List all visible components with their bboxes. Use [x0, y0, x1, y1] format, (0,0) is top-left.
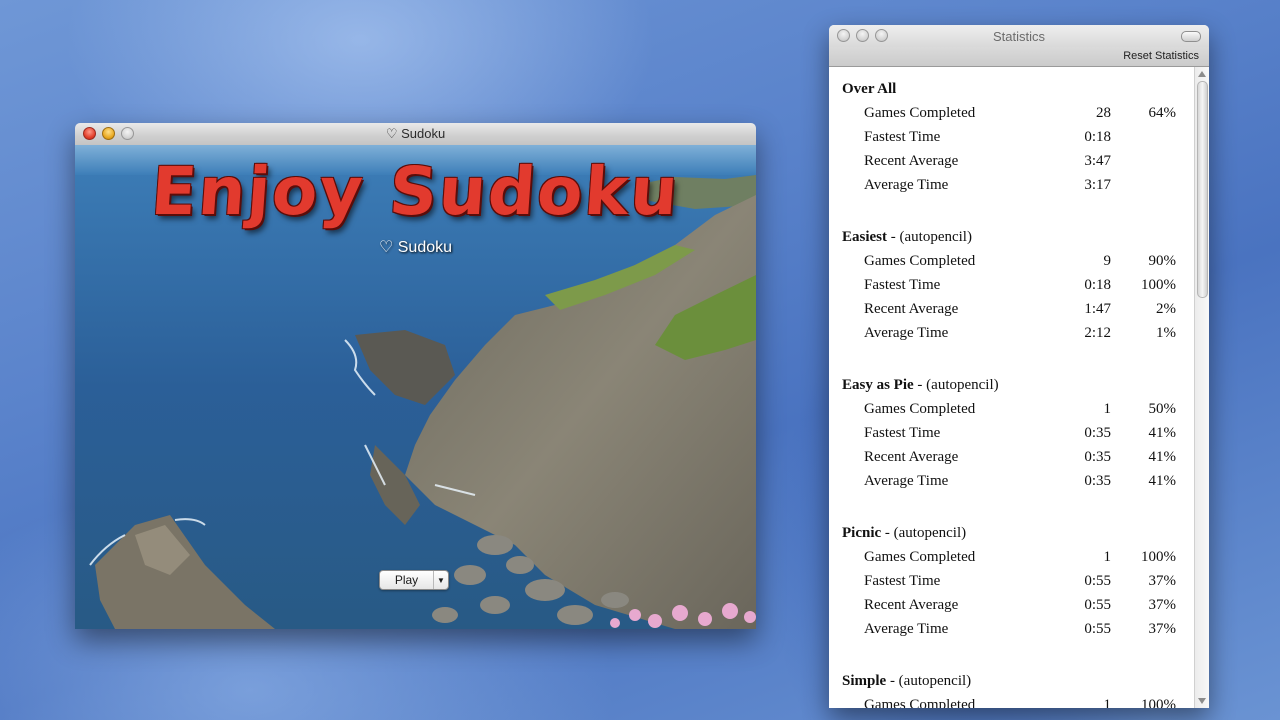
stats-row: Games Completed 28 64%: [864, 105, 1176, 121]
stats-row: Fastest Time 0:35 41%: [864, 425, 1176, 441]
statistics-toolbar: Reset Statistics: [829, 47, 1209, 67]
stats-section-picnic: Picnic - (autopencil) Games Completed 1 10…: [829, 521, 1195, 641]
stats-row: Average Time 0:55 37%: [864, 621, 1176, 637]
stats-section-over-all: Over All Games Completed 28 64% Fastest Ti…: [829, 77, 1195, 197]
stats-row: Average Time 0:35 41%: [864, 473, 1176, 489]
stats-section-simple: Simple - (autopencil) Games Completed 1 10…: [829, 669, 1195, 708]
statistics-window: Statistics Reset Statistics Over All Gam…: [829, 25, 1209, 708]
coastline-background-image: Enjoy Sudoku ♡ Sudoku Play ▼: [75, 145, 756, 629]
chevron-down-icon: ▼: [433, 571, 448, 589]
close-button[interactable]: [83, 127, 96, 140]
headline-enjoy-sudoku: Enjoy Sudoku: [148, 153, 683, 230]
scroll-up-arrow-icon[interactable]: [1198, 71, 1206, 77]
stats-row: Recent Average 0:35 41%: [864, 449, 1176, 465]
section-heading: Easiest - (autopencil): [842, 229, 972, 245]
zoom-button[interactable]: [121, 127, 134, 140]
sudoku-titlebar[interactable]: ♡ Sudoku: [75, 123, 756, 146]
stats-row: Average Time 3:17: [864, 177, 1111, 193]
statistics-list: Over All Games Completed 28 64% Fastest Ti…: [829, 67, 1195, 708]
play-label: Play: [394, 573, 419, 587]
stats-row: Fastest Time 0:55 37%: [864, 573, 1176, 589]
statistics-window-title: Statistics: [992, 28, 1045, 44]
window-controls: [837, 29, 888, 42]
stats-row: Fastest Time 0:18 100%: [864, 277, 1176, 293]
section-heading: Simple - (autopencil): [842, 673, 972, 689]
stats-row: Games Completed 1 50%: [864, 401, 1176, 417]
stats-section-easiest: Easiest - (autopencil) Games Completed 9 9…: [829, 225, 1195, 345]
statistics-scrollbar[interactable]: [1194, 67, 1209, 708]
stats-row: Recent Average 0:55 37%: [864, 597, 1176, 613]
minimize-button[interactable]: [856, 29, 869, 42]
scroll-down-arrow-icon[interactable]: [1198, 698, 1206, 704]
stats-section-easy-as-pie: Easy as Pie - (autopencil) Games Complet…: [829, 373, 1195, 493]
stats-row: Games Completed 1 100%: [864, 549, 1176, 565]
stats-row: Games Completed 1 100%: [864, 697, 1176, 708]
stats-row: Games Completed 9 90%: [864, 253, 1176, 269]
stats-row: Recent Average 3:47: [864, 153, 1111, 169]
play-popup-button[interactable]: Play ▼: [379, 570, 449, 590]
section-heading: Over All: [842, 81, 897, 97]
stats-row: Average Time 2:12 1%: [864, 325, 1176, 341]
stats-row: Recent Average 1:47 2%: [864, 301, 1176, 317]
scroll-thumb[interactable]: [1197, 81, 1208, 298]
window-controls: [83, 127, 134, 140]
reset-statistics-button[interactable]: Reset Statistics: [1123, 50, 1199, 62]
zoom-button[interactable]: [875, 29, 888, 42]
toolbar-toggle-button[interactable]: [1181, 31, 1201, 42]
section-heading: Picnic - (autopencil): [842, 525, 967, 541]
stats-row: Fastest Time 0:18: [864, 129, 1111, 145]
section-heading: Easy as Pie - (autopencil): [842, 377, 999, 393]
sudoku-window: ♡ Sudoku Enjoy Sudoku ♡ Sudoku Play ▼: [75, 123, 756, 629]
close-button[interactable]: [837, 29, 850, 42]
sudoku-window-title: ♡ Sudoku: [385, 126, 446, 141]
minimize-button[interactable]: [102, 127, 115, 140]
statistics-titlebar[interactable]: Statistics: [829, 25, 1209, 47]
sudoku-subtitle: ♡ Sudoku: [378, 239, 453, 256]
